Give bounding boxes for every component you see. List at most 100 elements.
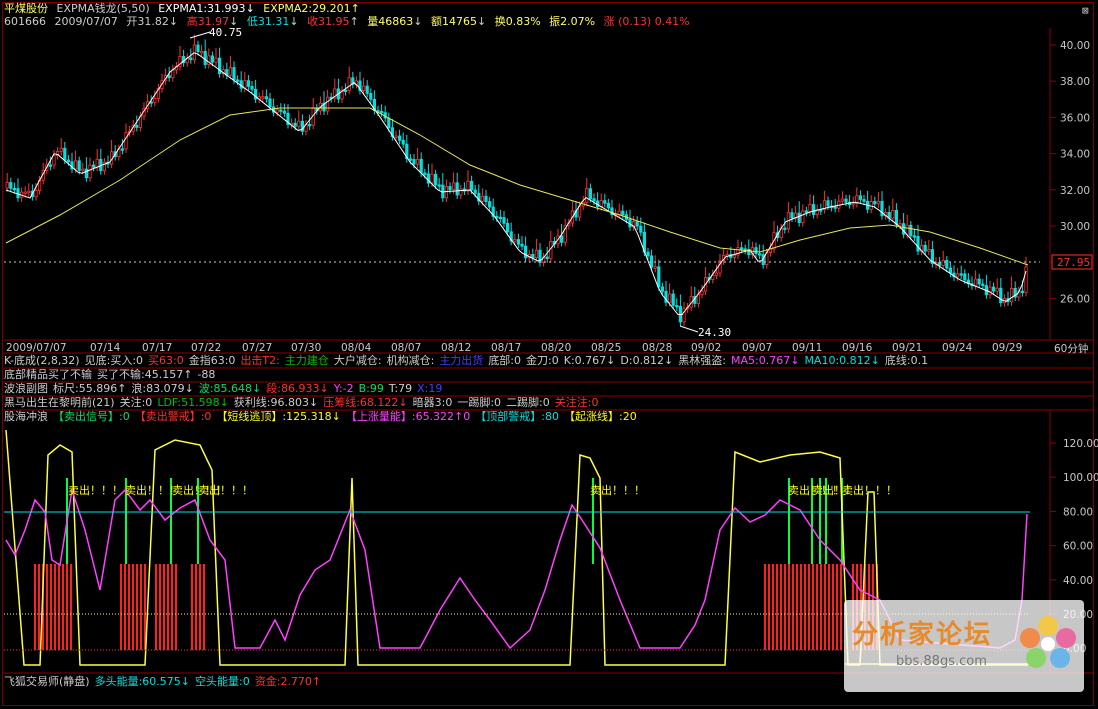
row4-item: 关注注:0	[554, 396, 599, 409]
candle-body	[621, 210, 625, 216]
sell-warning-bar	[140, 564, 142, 650]
price-axis-label: 32.00	[1060, 185, 1090, 197]
sell-warning-bar	[824, 564, 826, 650]
candle-body	[599, 200, 603, 207]
candle-body	[63, 147, 67, 161]
candle-body	[74, 160, 78, 170]
candle-body	[124, 132, 128, 150]
candle-body	[873, 201, 877, 205]
candle-body	[343, 89, 348, 93]
price-axis-label: 34.00	[1060, 149, 1090, 161]
period-label[interactable]: 60分钟	[1054, 342, 1088, 355]
candle-body	[524, 245, 528, 259]
sell-warning-bar	[128, 564, 130, 650]
sell-warning-bar	[50, 564, 52, 650]
sell-warning-bar	[70, 564, 72, 650]
row1-item: 机构减仓:	[386, 354, 435, 367]
row1-item: K-底成(2,8,32)	[4, 354, 80, 367]
footer-item: 飞狐交易师(静盘)	[4, 675, 90, 688]
candle-body	[999, 287, 1003, 304]
candle-body	[941, 259, 945, 266]
row3-item: 段:86.933↓	[266, 382, 329, 395]
candle-body	[992, 286, 996, 292]
candle-body	[639, 225, 643, 233]
candle-body	[714, 272, 719, 276]
candle-body	[660, 286, 665, 292]
candle-body	[783, 227, 787, 230]
footer-item: 多头能量:60.575↓	[94, 675, 191, 688]
row4-item: 获利线:96.803↓	[233, 396, 319, 409]
sell-warning-bar	[788, 564, 790, 650]
row1-item: 主力建仓	[284, 354, 329, 367]
row5-item: 股海冲浪	[4, 410, 48, 423]
sell-warning-bar	[46, 564, 48, 650]
candle-body	[938, 262, 942, 266]
candle-body	[12, 187, 16, 191]
candle-body	[250, 86, 254, 90]
candle-body	[448, 186, 452, 191]
candle-body	[433, 173, 438, 186]
osc-axis-label: 80.00	[1063, 506, 1093, 518]
date-axis-label: 09/02	[691, 342, 721, 354]
sell-warning-bar	[776, 564, 778, 650]
row3-item: 波:85.648↓	[198, 382, 262, 395]
date-axis-label: 08/07	[391, 342, 421, 354]
candle-body	[167, 75, 171, 79]
candle-body	[189, 57, 193, 61]
sell-warning-bar	[159, 564, 161, 650]
sell-warning-bar	[58, 564, 60, 650]
candle-body	[732, 254, 737, 258]
row4-item: 一踢脚:0	[457, 396, 502, 409]
candle-body	[545, 256, 549, 260]
candle-body	[415, 158, 420, 165]
candle-body	[487, 201, 492, 208]
candle-body	[657, 266, 661, 288]
sell-warning-bar	[836, 564, 838, 650]
sell-warning-bar	[124, 564, 126, 650]
date-axis-label: 08/12	[441, 342, 471, 354]
candle-body	[516, 239, 521, 245]
candle-body	[88, 164, 92, 179]
candle-body	[387, 117, 391, 129]
date-axis-label: 07/14	[90, 342, 121, 354]
watermark-url: bbs.88gs.com	[896, 654, 987, 669]
indicator-row-5: 股海冲浪 【卖出信号】:0 【卖出警戒】:0 【短线逃顶】:125.318↓ 【上涨量能…	[4, 410, 642, 423]
date-axis-label: 08/28	[642, 342, 672, 354]
row1-item: D:0.812↓	[620, 354, 674, 367]
candle-body	[459, 188, 463, 196]
candle-body	[812, 204, 816, 215]
candle-body	[59, 147, 63, 152]
sell-warning-bar	[62, 564, 64, 650]
candle-body	[833, 206, 837, 209]
sell-warning-bar	[199, 564, 201, 650]
candle-body	[808, 204, 812, 213]
candle-body	[16, 188, 20, 199]
candle-body	[153, 98, 157, 103]
candle-body	[560, 235, 564, 243]
row1-item: 金刀:0	[526, 354, 559, 367]
candle-body	[480, 195, 485, 202]
date-axis-label: 09/24	[942, 342, 973, 354]
sell-mark: 卖出！！！	[590, 483, 645, 497]
candle-body	[297, 120, 301, 127]
candle-body	[498, 216, 503, 220]
sell-warning-bar	[764, 564, 766, 650]
candle-body	[758, 253, 762, 256]
candle-body	[394, 135, 398, 138]
sell-warning-bar	[34, 564, 36, 650]
candle-body	[430, 173, 434, 184]
candle-body	[282, 110, 287, 114]
sell-mark: 卖出！！！	[68, 483, 123, 497]
row1-item: 金指63:0	[188, 354, 236, 367]
candle-body	[891, 209, 895, 219]
row5-item: 【上涨量能】:65.322↑0	[345, 410, 471, 423]
sell-mark: 卖出！！！	[198, 483, 253, 497]
candle-body	[826, 200, 830, 207]
candle-body	[444, 186, 449, 199]
candle-body	[963, 273, 967, 281]
sell-warning-bar	[800, 564, 802, 650]
date-axis-label: 09/29	[992, 342, 1022, 354]
date-axis-label: 07/17	[142, 342, 172, 354]
candle-body	[419, 158, 423, 174]
sell-warning-bar	[772, 564, 774, 650]
